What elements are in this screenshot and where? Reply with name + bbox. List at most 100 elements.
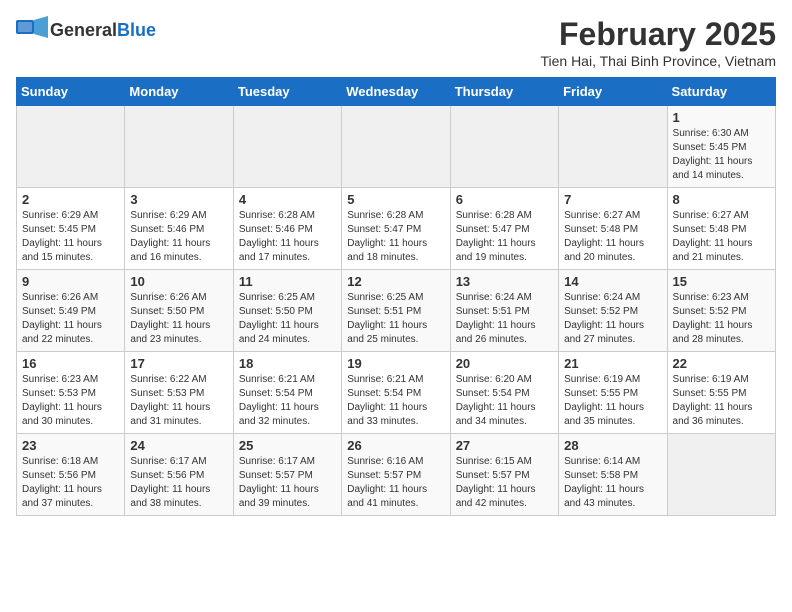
day-cell: 16Sunrise: 6:23 AMSunset: 5:53 PMDayligh… [17, 352, 125, 434]
day-info-line: and 42 minutes. [456, 497, 553, 511]
day-cell: 25Sunrise: 6:17 AMSunset: 5:57 PMDayligh… [233, 434, 341, 516]
day-cell: 11 Sunrise: 6:25 AMSunset: 5:50 PMDayligh… [233, 270, 341, 352]
day-cell [342, 106, 450, 188]
day-info-line: Daylight: 11 hours [347, 319, 444, 333]
day-info-line: Sunrise: 6:16 AM [347, 455, 444, 469]
day-cell: 23Sunrise: 6:18 AMSunset: 5:56 PMDayligh… [17, 434, 125, 516]
day-info-line: and 43 minutes. [564, 497, 661, 511]
day-cell: 4Sunrise: 6:28 AMSunset: 5:46 PMDaylight… [233, 188, 341, 270]
day-info-line: Sunrise: 6:15 AM [456, 455, 553, 469]
day-cell [667, 434, 775, 516]
day-info-line: Daylight: 11 hours [130, 237, 227, 251]
day-info-line: Sunset: 5:53 PM [130, 387, 227, 401]
day-cell: 9Sunrise: 6:26 AMSunset: 5:49 PMDaylight… [17, 270, 125, 352]
day-info-line: Daylight: 11 hours [673, 401, 770, 415]
header-cell-monday: Monday [125, 78, 233, 106]
day-info-line: Sunset: 5:49 PM [22, 305, 119, 319]
day-info-line: Daylight: 11 hours [347, 401, 444, 415]
day-cell: 21Sunrise: 6:19 AMSunset: 5:55 PMDayligh… [559, 352, 667, 434]
logo-icon [16, 16, 48, 44]
day-info-line: Daylight: 11 hours [564, 483, 661, 497]
day-info-line: and 28 minutes. [673, 333, 770, 347]
day-info-line: Sunrise: 6:27 AM [673, 209, 770, 223]
day-info-line: Sunset: 5:56 PM [130, 469, 227, 483]
day-info-line: Sunrise: 6:27 AM [564, 209, 661, 223]
header-cell-tuesday: Tuesday [233, 78, 341, 106]
week-row-1: 1Sunrise: 6:30 AMSunset: 5:45 PMDaylight… [17, 106, 776, 188]
day-info-line: Sunset: 5:47 PM [456, 223, 553, 237]
header-row: SundayMondayTuesdayWednesdayThursdayFrid… [17, 78, 776, 106]
day-number: 8 [673, 192, 770, 207]
day-info-line: and 26 minutes. [456, 333, 553, 347]
day-info-line: Daylight: 11 hours [130, 401, 227, 415]
day-number: 14 [564, 274, 661, 289]
day-cell: 3Sunrise: 6:29 AMSunset: 5:46 PMDaylight… [125, 188, 233, 270]
day-info-line: Sunset: 5:47 PM [347, 223, 444, 237]
day-info-line: and 25 minutes. [347, 333, 444, 347]
day-number: 27 [456, 438, 553, 453]
day-cell [559, 106, 667, 188]
day-cell: 5Sunrise: 6:28 AMSunset: 5:47 PMDaylight… [342, 188, 450, 270]
day-cell: 28 Sunrise: 6:14 AMSunset: 5:58 PMDayligh… [559, 434, 667, 516]
day-info-line: Sunrise: 6:25 AM [347, 291, 444, 305]
day-cell: 20Sunrise: 6:20 AMSunset: 5:54 PMDayligh… [450, 352, 558, 434]
day-info-line: Sunset: 5:56 PM [22, 469, 119, 483]
day-info-line: Sunrise: 6:14 AM [564, 455, 661, 469]
day-info-line: Daylight: 11 hours [239, 319, 336, 333]
day-cell: 18Sunrise: 6:21 AMSunset: 5:54 PMDayligh… [233, 352, 341, 434]
day-number: 6 [456, 192, 553, 207]
day-info-line: Sunset: 5:51 PM [456, 305, 553, 319]
day-number: 26 [347, 438, 444, 453]
logo-general-text: General [50, 20, 117, 40]
day-info-line: Sunrise: 6:19 AM [673, 373, 770, 387]
day-info-line: Sunset: 5:54 PM [347, 387, 444, 401]
day-cell: 8Sunrise: 6:27 AMSunset: 5:48 PMDaylight… [667, 188, 775, 270]
day-info-line: Sunset: 5:58 PM [564, 469, 661, 483]
day-info-line: Daylight: 11 hours [673, 319, 770, 333]
day-info-line: and 14 minutes. [673, 169, 770, 183]
day-info-line: Sunrise: 6:21 AM [347, 373, 444, 387]
day-info-line: Sunset: 5:50 PM [239, 305, 336, 319]
day-cell [125, 106, 233, 188]
day-info-line: and 33 minutes. [347, 415, 444, 429]
day-info-line: Sunset: 5:45 PM [22, 223, 119, 237]
day-number: 16 [22, 356, 119, 371]
day-info-line: Sunset: 5:51 PM [347, 305, 444, 319]
day-cell: 24Sunrise: 6:17 AMSunset: 5:56 PMDayligh… [125, 434, 233, 516]
day-number: 17 [130, 356, 227, 371]
day-info-line: and 19 minutes. [456, 251, 553, 265]
day-info-line: Sunrise: 6:28 AM [347, 209, 444, 223]
day-number: 28 [564, 438, 661, 453]
day-info-line: Sunrise: 6:29 AM [130, 209, 227, 223]
day-info-line: Daylight: 11 hours [673, 155, 770, 169]
day-info-line: Daylight: 11 hours [347, 483, 444, 497]
day-info-line: Sunset: 5:54 PM [456, 387, 553, 401]
day-info-line: Sunset: 5:45 PM [673, 141, 770, 155]
day-info-line: Sunrise: 6:17 AM [239, 455, 336, 469]
day-info-line: Daylight: 11 hours [239, 237, 336, 251]
day-info-line: Daylight: 11 hours [456, 319, 553, 333]
day-info-line: Sunrise: 6:22 AM [130, 373, 227, 387]
day-info-line: Sunrise: 6:25 AM [239, 291, 336, 305]
day-info-line: and 38 minutes. [130, 497, 227, 511]
day-info-line: Sunrise: 6:23 AM [22, 373, 119, 387]
title-area: February 2025 Tien Hai, Thai Binh Provin… [540, 16, 776, 69]
day-info-line: Daylight: 11 hours [564, 401, 661, 415]
day-info-line: and 39 minutes. [239, 497, 336, 511]
day-info-line: Sunset: 5:57 PM [239, 469, 336, 483]
day-info-line: Sunrise: 6:20 AM [456, 373, 553, 387]
day-info-line: Sunset: 5:48 PM [564, 223, 661, 237]
day-cell: 22Sunrise: 6:19 AMSunset: 5:55 PMDayligh… [667, 352, 775, 434]
day-info-line: Sunset: 5:55 PM [564, 387, 661, 401]
day-info-line: and 24 minutes. [239, 333, 336, 347]
day-info-line: Sunset: 5:50 PM [130, 305, 227, 319]
day-number: 1 [673, 110, 770, 125]
day-info-line: Sunset: 5:57 PM [456, 469, 553, 483]
week-row-2: 2Sunrise: 6:29 AMSunset: 5:45 PMDaylight… [17, 188, 776, 270]
day-number: 11 [239, 274, 336, 289]
day-info-line: Sunrise: 6:21 AM [239, 373, 336, 387]
day-info-line: Daylight: 11 hours [564, 237, 661, 251]
month-title: February 2025 [540, 16, 776, 53]
day-info-line: Daylight: 11 hours [239, 401, 336, 415]
day-info-line: Sunset: 5:53 PM [22, 387, 119, 401]
